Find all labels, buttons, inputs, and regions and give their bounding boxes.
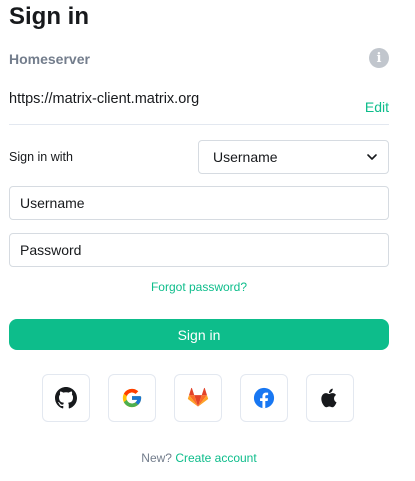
- homeserver-label: Homeserver: [9, 51, 90, 67]
- info-icon[interactable]: i: [369, 48, 389, 68]
- homeserver-url: https://matrix-client.matrix.org: [9, 91, 200, 107]
- sso-google-button[interactable]: [108, 374, 156, 422]
- signin-method-value: Username: [213, 149, 278, 165]
- password-field[interactable]: [9, 233, 389, 267]
- gitlab-icon: [187, 387, 209, 407]
- signin-with-label: Sign in with: [9, 150, 73, 164]
- chevron-down-icon: [367, 154, 377, 160]
- sign-in-button[interactable]: Sign in: [9, 319, 389, 350]
- create-account-prefix: New?: [141, 451, 172, 465]
- github-icon: [55, 387, 77, 409]
- signin-method-select[interactable]: Username: [198, 140, 389, 174]
- sso-gitlab-button[interactable]: [174, 374, 222, 422]
- create-account-line: New? Create account: [0, 451, 398, 465]
- divider: [9, 124, 389, 125]
- page-title: Sign in: [9, 3, 89, 30]
- create-account-link[interactable]: Create account: [175, 451, 256, 465]
- homeserver-edit-link[interactable]: Edit: [365, 99, 389, 115]
- password-input[interactable]: [10, 234, 388, 266]
- sso-github-button[interactable]: [42, 374, 90, 422]
- apple-icon: [321, 388, 337, 408]
- forgot-password-link[interactable]: Forgot password?: [0, 280, 398, 294]
- sso-apple-button[interactable]: [306, 374, 354, 422]
- login-page: Sign in Homeserver i https://matrix-clie…: [0, 0, 415, 481]
- sso-facebook-button[interactable]: [240, 374, 288, 422]
- username-field[interactable]: [9, 186, 389, 220]
- google-icon: [122, 388, 142, 408]
- facebook-icon: [253, 387, 275, 409]
- username-input[interactable]: [10, 187, 388, 219]
